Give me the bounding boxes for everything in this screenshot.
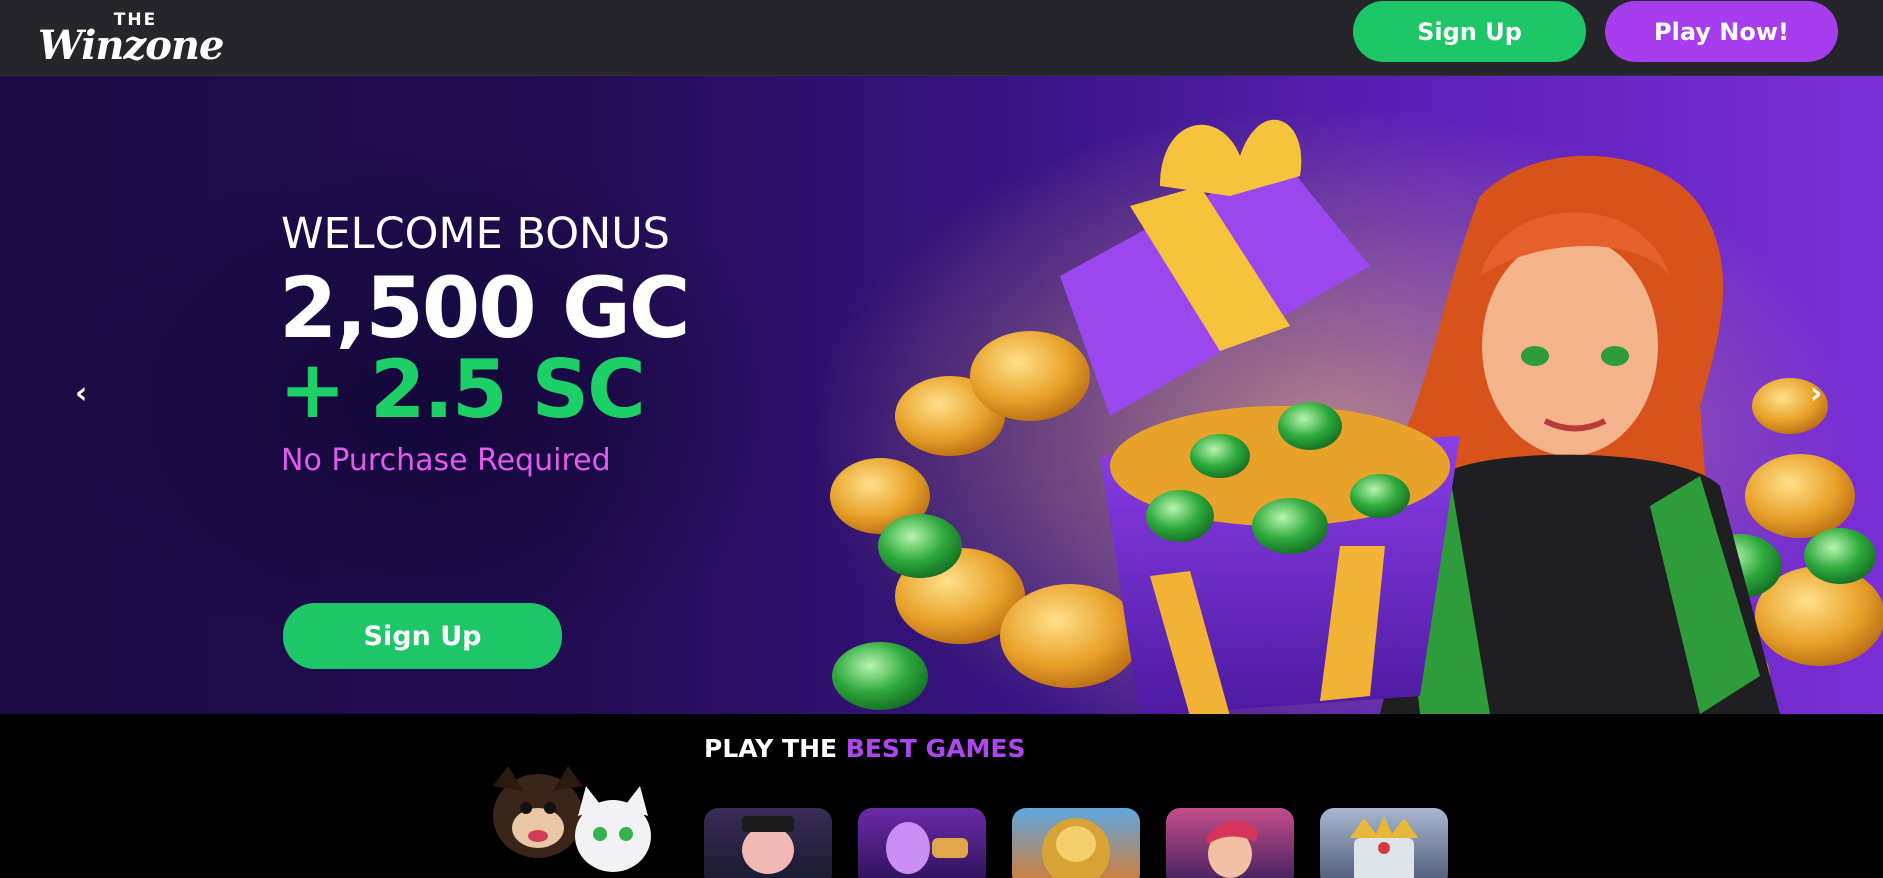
hero-sc-amount: + 2.5 SC <box>279 343 646 436</box>
hero-no-purchase: No Purchase Required <box>281 443 611 478</box>
game-tile[interactable] <box>1166 808 1294 878</box>
header-signup-button[interactable]: Sign Up <box>1353 1 1586 62</box>
carousel-prev-icon[interactable]: ‹ <box>75 376 87 411</box>
hero-banner: WELCOME BONUS 2,500 GC + 2.5 SC No Purch… <box>0 76 1883 714</box>
games-title-part1: PLAY THE <box>704 734 846 763</box>
game-tile[interactable] <box>1012 808 1140 878</box>
winzone-logo[interactable]: THE Winzone <box>38 10 224 70</box>
game-tile[interactable] <box>1320 808 1448 878</box>
play-now-button[interactable]: Play Now! <box>1605 1 1838 62</box>
top-header: THE Winzone Sign Up Play Now! <box>0 0 1883 76</box>
hero-signup-button[interactable]: Sign Up <box>283 603 562 669</box>
hero-welcome-bonus: WELCOME BONUS <box>281 209 670 259</box>
game-tile-art <box>1350 816 1418 878</box>
logo-name-text: Winzone <box>38 22 224 69</box>
games-title-part2: BEST GAMES <box>845 734 1026 763</box>
game-tile-art <box>1206 820 1258 878</box>
game-tile[interactable] <box>858 808 986 878</box>
dog-cat-mascot <box>493 766 651 872</box>
carousel-next-icon[interactable]: › <box>1810 376 1822 411</box>
game-tile-art <box>742 816 794 874</box>
games-section-title: PLAY THE BEST GAMES <box>704 734 1026 763</box>
game-tile-art <box>886 822 968 874</box>
game-tile-art <box>1042 818 1110 878</box>
game-tile[interactable] <box>704 808 832 878</box>
